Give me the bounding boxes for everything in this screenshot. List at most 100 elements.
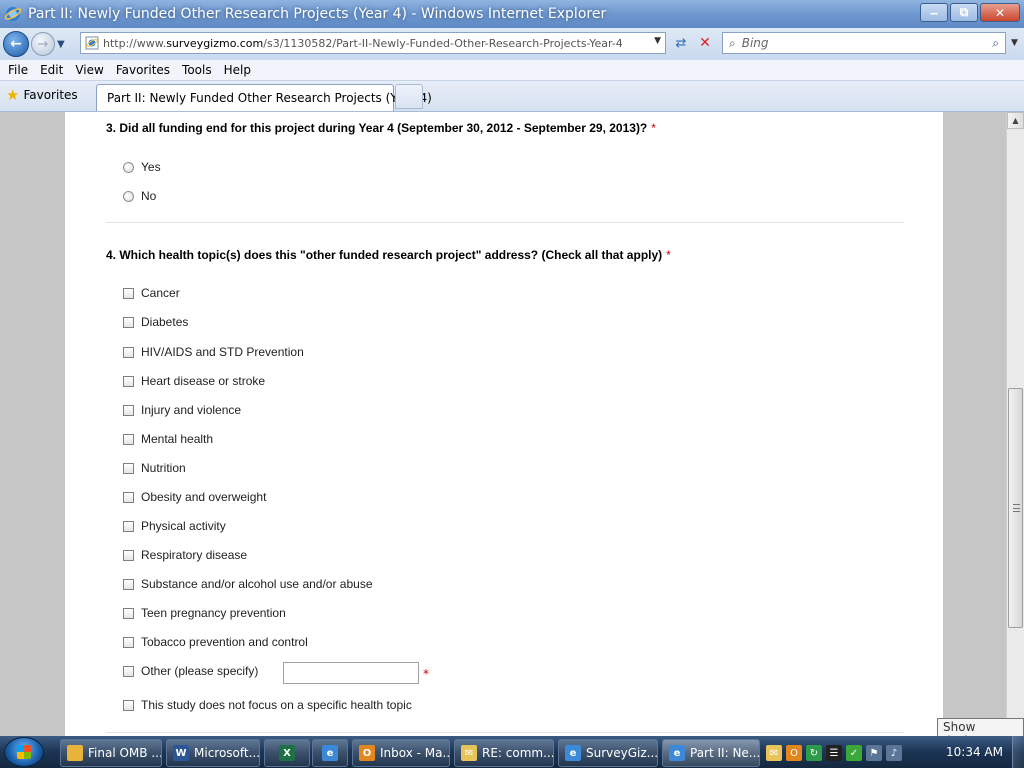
- checkbox[interactable]: [123, 520, 134, 532]
- tray-network-icon[interactable]: ☰: [826, 745, 842, 761]
- q4-option-other[interactable]: Other (please specify): [123, 664, 258, 678]
- tray-check-icon[interactable]: ✓: [846, 745, 862, 761]
- q4-option-diabetes[interactable]: Diabetes: [123, 315, 188, 329]
- tray-mail-icon[interactable]: ✉: [766, 745, 782, 761]
- window-controls: ‒ ⧉ ✕: [920, 3, 1020, 22]
- taskbar-clock[interactable]: 10:34 AM: [946, 745, 1003, 759]
- search-icon: ⌕: [729, 35, 736, 50]
- radio-button[interactable]: [123, 161, 134, 173]
- page-icon: [85, 36, 99, 50]
- favorites-star-icon: ★: [6, 86, 20, 104]
- other-specify-input[interactable]: [283, 662, 419, 684]
- q3-option-yes[interactable]: Yes: [123, 160, 161, 174]
- search-dropdown-icon[interactable]: ▼: [1011, 38, 1018, 48]
- checkbox[interactable]: [123, 491, 134, 503]
- checkbox[interactable]: [123, 404, 134, 416]
- q4-option-hiv-aids[interactable]: HIV/AIDS and STD Prevention: [123, 345, 304, 359]
- menu-tools[interactable]: Tools: [182, 63, 212, 77]
- checkbox[interactable]: [123, 549, 134, 561]
- close-button[interactable]: ✕: [980, 3, 1020, 22]
- checkbox[interactable]: [123, 607, 134, 619]
- checkbox[interactable]: [123, 462, 134, 474]
- menu-view[interactable]: View: [75, 63, 103, 77]
- q4-option-injury[interactable]: Injury and violence: [123, 403, 241, 417]
- ie-logo-icon: [4, 7, 22, 21]
- required-mark: *: [651, 121, 656, 135]
- tray-outlook-icon[interactable]: O: [786, 745, 802, 761]
- q4-option-obesity[interactable]: Obesity and overweight: [123, 490, 266, 504]
- taskbar-item-current-page[interactable]: e Part II: Ne...: [662, 739, 760, 767]
- stop-icon[interactable]: ✕: [694, 33, 716, 53]
- q4-option-no-specific-topic[interactable]: This study does not focus on a specific …: [123, 698, 412, 712]
- back-arrow-icon: ←: [10, 36, 22, 52]
- history-dropdown-icon[interactable]: ▼: [57, 39, 65, 50]
- ie-icon: e: [669, 745, 685, 761]
- close-icon: ✕: [994, 5, 1006, 20]
- menu-file[interactable]: File: [8, 63, 28, 77]
- address-bar[interactable]: http://www.surveygizmo.com/s3/1130582/Pa…: [80, 32, 666, 54]
- q4-option-cancer[interactable]: Cancer: [123, 286, 180, 300]
- checkbox[interactable]: [123, 636, 134, 648]
- favorites-button[interactable]: ★ Favorites: [6, 86, 78, 104]
- forward-arrow-icon: →: [37, 36, 49, 52]
- q4-option-physical-activity[interactable]: Physical activity: [123, 519, 226, 533]
- taskbar-item-word[interactable]: W Microsoft...: [166, 739, 260, 767]
- search-placeholder: Bing: [741, 36, 769, 50]
- checkbox[interactable]: [123, 665, 134, 677]
- show-desktop-button[interactable]: [1012, 736, 1024, 768]
- tab-title: Part II: Newly Funded Other Research Pro…: [107, 91, 432, 105]
- checkbox[interactable]: [123, 316, 134, 328]
- taskbar-item-mail[interactable]: ✉ RE: comm...: [454, 739, 554, 767]
- checkbox[interactable]: [123, 699, 134, 711]
- taskbar-item-ie[interactable]: e: [312, 739, 348, 767]
- vertical-scrollbar[interactable]: ▲: [1006, 112, 1024, 736]
- q4-option-respiratory[interactable]: Respiratory disease: [123, 548, 247, 562]
- q4-option-substance[interactable]: Substance and/or alcohol use and/or abus…: [123, 577, 373, 591]
- q3-option-no[interactable]: No: [123, 189, 156, 203]
- checkbox[interactable]: [123, 433, 134, 445]
- q4-option-teen-pregnancy[interactable]: Teen pregnancy prevention: [123, 606, 286, 620]
- minimize-button[interactable]: ‒: [920, 3, 948, 22]
- back-button[interactable]: ←: [3, 31, 29, 57]
- question-separator: [106, 732, 904, 733]
- start-button[interactable]: [4, 737, 44, 767]
- scroll-thumb[interactable]: [1008, 388, 1023, 628]
- taskbar-item-folder[interactable]: Final OMB ...: [60, 739, 162, 767]
- search-go-icon[interactable]: ⌕: [992, 36, 999, 51]
- taskbar-item-outlook[interactable]: O Inbox - Ma...: [352, 739, 450, 767]
- navigation-bar: ← → ▼ http://www.surveygizmo.com/s3/1130…: [0, 28, 1024, 60]
- search-box[interactable]: ⌕ Bing ⌕: [722, 32, 1006, 54]
- refresh-icon[interactable]: ⇄: [670, 33, 692, 53]
- q4-option-nutrition[interactable]: Nutrition: [123, 461, 186, 475]
- q4-option-heart-disease[interactable]: Heart disease or stroke: [123, 374, 265, 388]
- required-mark: *: [666, 248, 671, 262]
- mail-icon: ✉: [461, 745, 477, 761]
- windows-logo-icon: [17, 745, 31, 759]
- new-tab-button[interactable]: [395, 84, 423, 109]
- menu-edit[interactable]: Edit: [40, 63, 63, 77]
- tray-sync-icon[interactable]: ↻: [806, 745, 822, 761]
- checkbox[interactable]: [123, 578, 134, 590]
- question-4: 4. Which health topic(s) does this "othe…: [106, 248, 671, 262]
- checkbox[interactable]: [123, 375, 134, 387]
- tray-flag-icon[interactable]: ⚑: [866, 745, 882, 761]
- scroll-up-icon[interactable]: ▲: [1007, 112, 1024, 129]
- volume-icon[interactable]: ♪: [886, 745, 902, 761]
- menu-help[interactable]: Help: [224, 63, 251, 77]
- survey-page: 3. Did all funding end for this project …: [65, 112, 943, 736]
- window-title: Part II: Newly Funded Other Research Pro…: [28, 6, 607, 22]
- ie-icon: e: [565, 745, 581, 761]
- radio-button[interactable]: [123, 190, 134, 202]
- favorites-label: Favorites: [23, 88, 78, 102]
- browser-tab[interactable]: Part II: Newly Funded Other Research Pro…: [96, 84, 432, 111]
- q4-option-tobacco[interactable]: Tobacco prevention and control: [123, 635, 308, 649]
- menu-favorites[interactable]: Favorites: [116, 63, 170, 77]
- q4-option-mental-health[interactable]: Mental health: [123, 432, 213, 446]
- address-dropdown-icon[interactable]: ▼: [654, 36, 661, 46]
- checkbox[interactable]: [123, 287, 134, 299]
- taskbar-item-surveygizmo[interactable]: e SurveyGiz...: [558, 739, 658, 767]
- restore-button[interactable]: ⧉: [950, 3, 978, 22]
- taskbar-item-excel[interactable]: X: [264, 739, 310, 767]
- checkbox[interactable]: [123, 346, 134, 358]
- forward-button[interactable]: →: [31, 32, 55, 56]
